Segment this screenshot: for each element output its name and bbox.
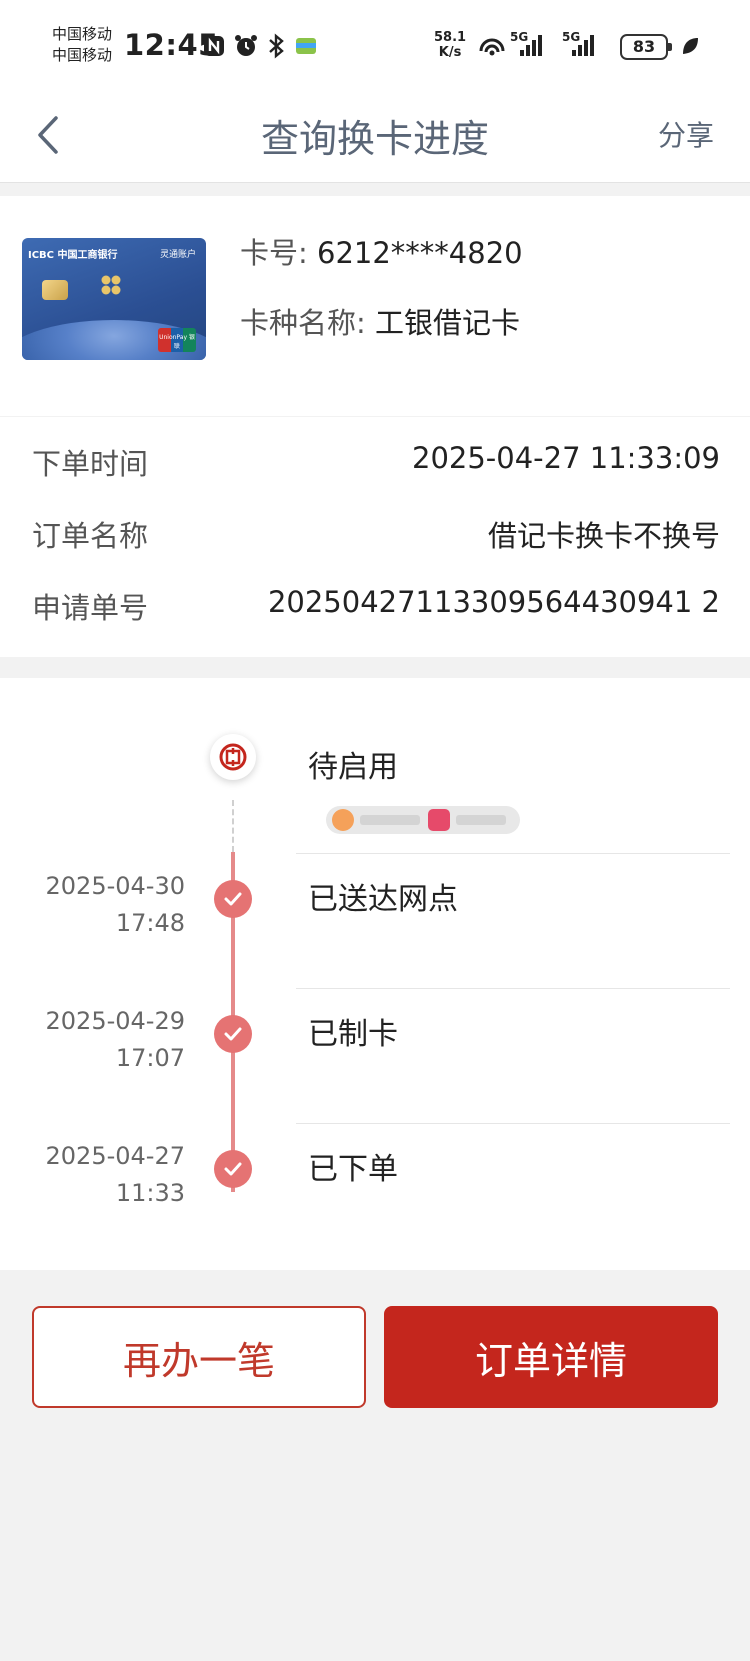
card-type-label: 卡种名称: (240, 306, 366, 340)
timeline-status-0: 待启用 (308, 750, 398, 785)
carrier-2: 中国移动 (52, 46, 113, 64)
order-time-value: 2025-04-27 11:33:09 (412, 441, 720, 475)
card-number-row: 卡号: 6212****4820 (240, 230, 523, 272)
order-detail-button[interactable]: 订单详情 (384, 1306, 718, 1408)
card-type-value: 工银借记卡 (375, 306, 521, 340)
signal-strength-2-icon: 5G (562, 30, 596, 58)
order-time-row: 下单时间 2025-04-27 11:33:09 (32, 441, 720, 481)
timeline-divider (296, 853, 730, 854)
wifi-hotspot-icon (476, 32, 508, 60)
watermark-tag (326, 806, 520, 834)
status-bar: 中国移动 中国移动 12:45 58.1 K/s 5G 5G 83 (0, 0, 750, 92)
navigation-bar: 查询换卡进度 分享 (0, 92, 750, 183)
order-id-label: 申请单号 (32, 591, 149, 625)
timeline-dashed-connector (232, 800, 234, 852)
carrier-1: 中国移动 (52, 25, 113, 43)
progress-timeline: 待启用 2025-04-30 17:48 已送达网点 2025-04-29 17… (0, 678, 750, 1270)
eye-icon (428, 809, 450, 831)
timeline-date-2-time: 17:07 (115, 1044, 185, 1072)
alarm-icon (232, 32, 260, 60)
order-time-label: 下单时间 (32, 447, 149, 481)
watermark-logo-icon (332, 809, 354, 831)
order-name-value: 借记卡换卡不换号 (487, 519, 720, 553)
watermark-text-block (360, 815, 420, 825)
icbc-logo-icon (210, 734, 256, 780)
battery-indicator: 83 (620, 34, 672, 60)
timeline-date-3-time: 11:33 (115, 1179, 185, 1207)
bluetooth-icon (262, 32, 290, 60)
timeline-date-2-day: 2025-04-29 (45, 1007, 185, 1035)
timeline-status-2: 已制卡 (308, 1017, 398, 1052)
card-bank-text: ICBC 中国工商银行 (28, 250, 118, 261)
card-info-panel: ICBC 中国工商银行 灵通账户 UnionPay 银联 卡号: 6212***… (0, 196, 750, 416)
order-name-row: 订单名称 借记卡换卡不换号 (32, 513, 720, 553)
timeline-divider (296, 1123, 730, 1124)
timeline-date-3-day: 2025-04-27 (45, 1142, 185, 1170)
apply-again-button[interactable]: 再办一笔 (32, 1306, 366, 1408)
nfc-icon (200, 32, 228, 60)
leaf-icon (676, 32, 704, 60)
check-icon (214, 880, 252, 918)
order-id-value: 20250427113309564430941 2 (267, 585, 720, 619)
check-icon (214, 1015, 252, 1053)
order-name-label: 订单名称 (32, 519, 149, 553)
net-speed-unit: K/s (438, 45, 462, 60)
card-chip-icon (42, 280, 68, 300)
bank-card-image: ICBC 中国工商银行 灵通账户 UnionPay 银联 (22, 238, 206, 360)
net-speed-value: 58.1 (434, 30, 467, 45)
carrier-names: 中国移动 中国移动 (52, 24, 112, 66)
network-speed: 58.1 K/s (434, 30, 466, 60)
timeline-date-1-day: 2025-04-30 (45, 872, 185, 900)
wallet-app-icon (292, 32, 320, 60)
check-icon (214, 1150, 252, 1188)
timeline-status-1: 已送达网点 (308, 882, 458, 917)
timeline-date-2: 2025-04-29 17:07 (46, 1003, 185, 1077)
unionpay-text: UnionPay 银联 (159, 334, 195, 350)
share-button[interactable]: 分享 (658, 114, 714, 154)
card-type-row: 卡种名称: 工银借记卡 (240, 300, 520, 342)
timeline-date-1: 2025-04-30 17:48 (46, 868, 185, 942)
timeline-status-3: 已下单 (308, 1152, 398, 1187)
order-info-panel: 下单时间 2025-04-27 11:33:09 订单名称 借记卡换卡不换号 申… (0, 417, 750, 657)
card-number-value: 6212****4820 (317, 236, 523, 270)
card-number-label: 卡号: (240, 236, 308, 270)
timeline-divider (296, 988, 730, 989)
signal-strength-1-icon: 5G (510, 30, 544, 58)
order-id-row: 申请单号 20250427113309564430941 2 (32, 585, 720, 625)
card-corner-text: 灵通账户 (159, 250, 196, 260)
watermark-text-block-2 (456, 815, 506, 825)
page-title: 查询换卡进度 (260, 117, 489, 161)
timeline-date-3: 2025-04-27 11:33 (46, 1138, 185, 1212)
card-emblem-icon (100, 274, 122, 296)
timeline-date-1-time: 17:48 (115, 909, 185, 937)
